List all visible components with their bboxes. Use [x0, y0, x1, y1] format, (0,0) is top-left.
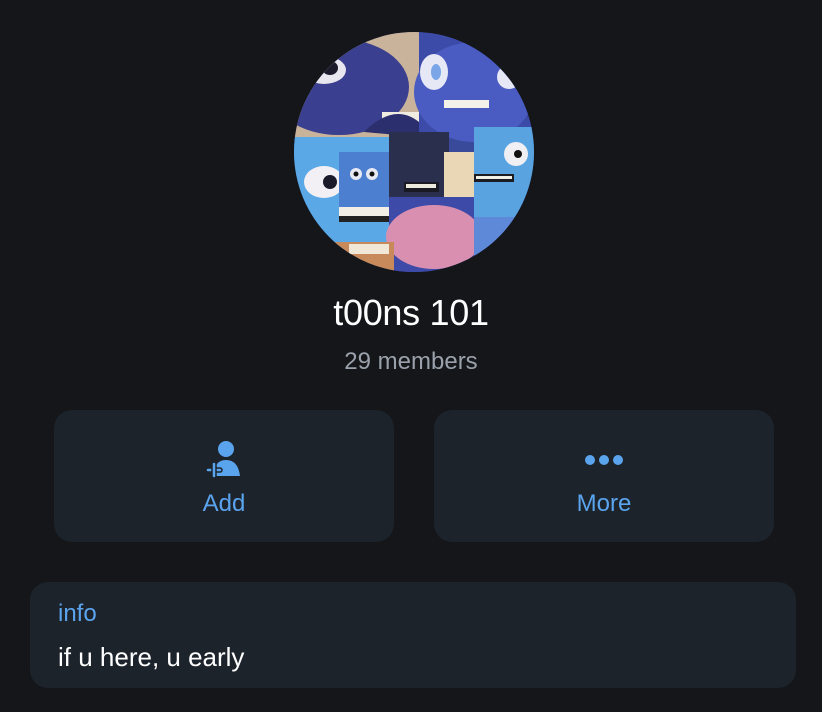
- info-card: info if u here, u early: [30, 582, 796, 688]
- more-button-label: More: [576, 490, 632, 517]
- group-avatar[interactable]: [294, 32, 534, 272]
- group-name: t00ns 101: [333, 292, 489, 333]
- add-member-icon: [200, 438, 248, 486]
- info-label: info: [58, 600, 97, 627]
- add-button-label: Add: [202, 490, 246, 517]
- more-button[interactable]: More: [434, 410, 774, 542]
- group-info-page: t00ns 101 29 members Add More info if u …: [0, 0, 822, 712]
- add-button[interactable]: Add: [54, 410, 394, 542]
- more-dots-icon: [580, 438, 628, 486]
- avatar-collage-image: [294, 32, 534, 272]
- info-description: if u here, u early: [58, 642, 245, 672]
- member-count: 29 members: [344, 348, 478, 375]
